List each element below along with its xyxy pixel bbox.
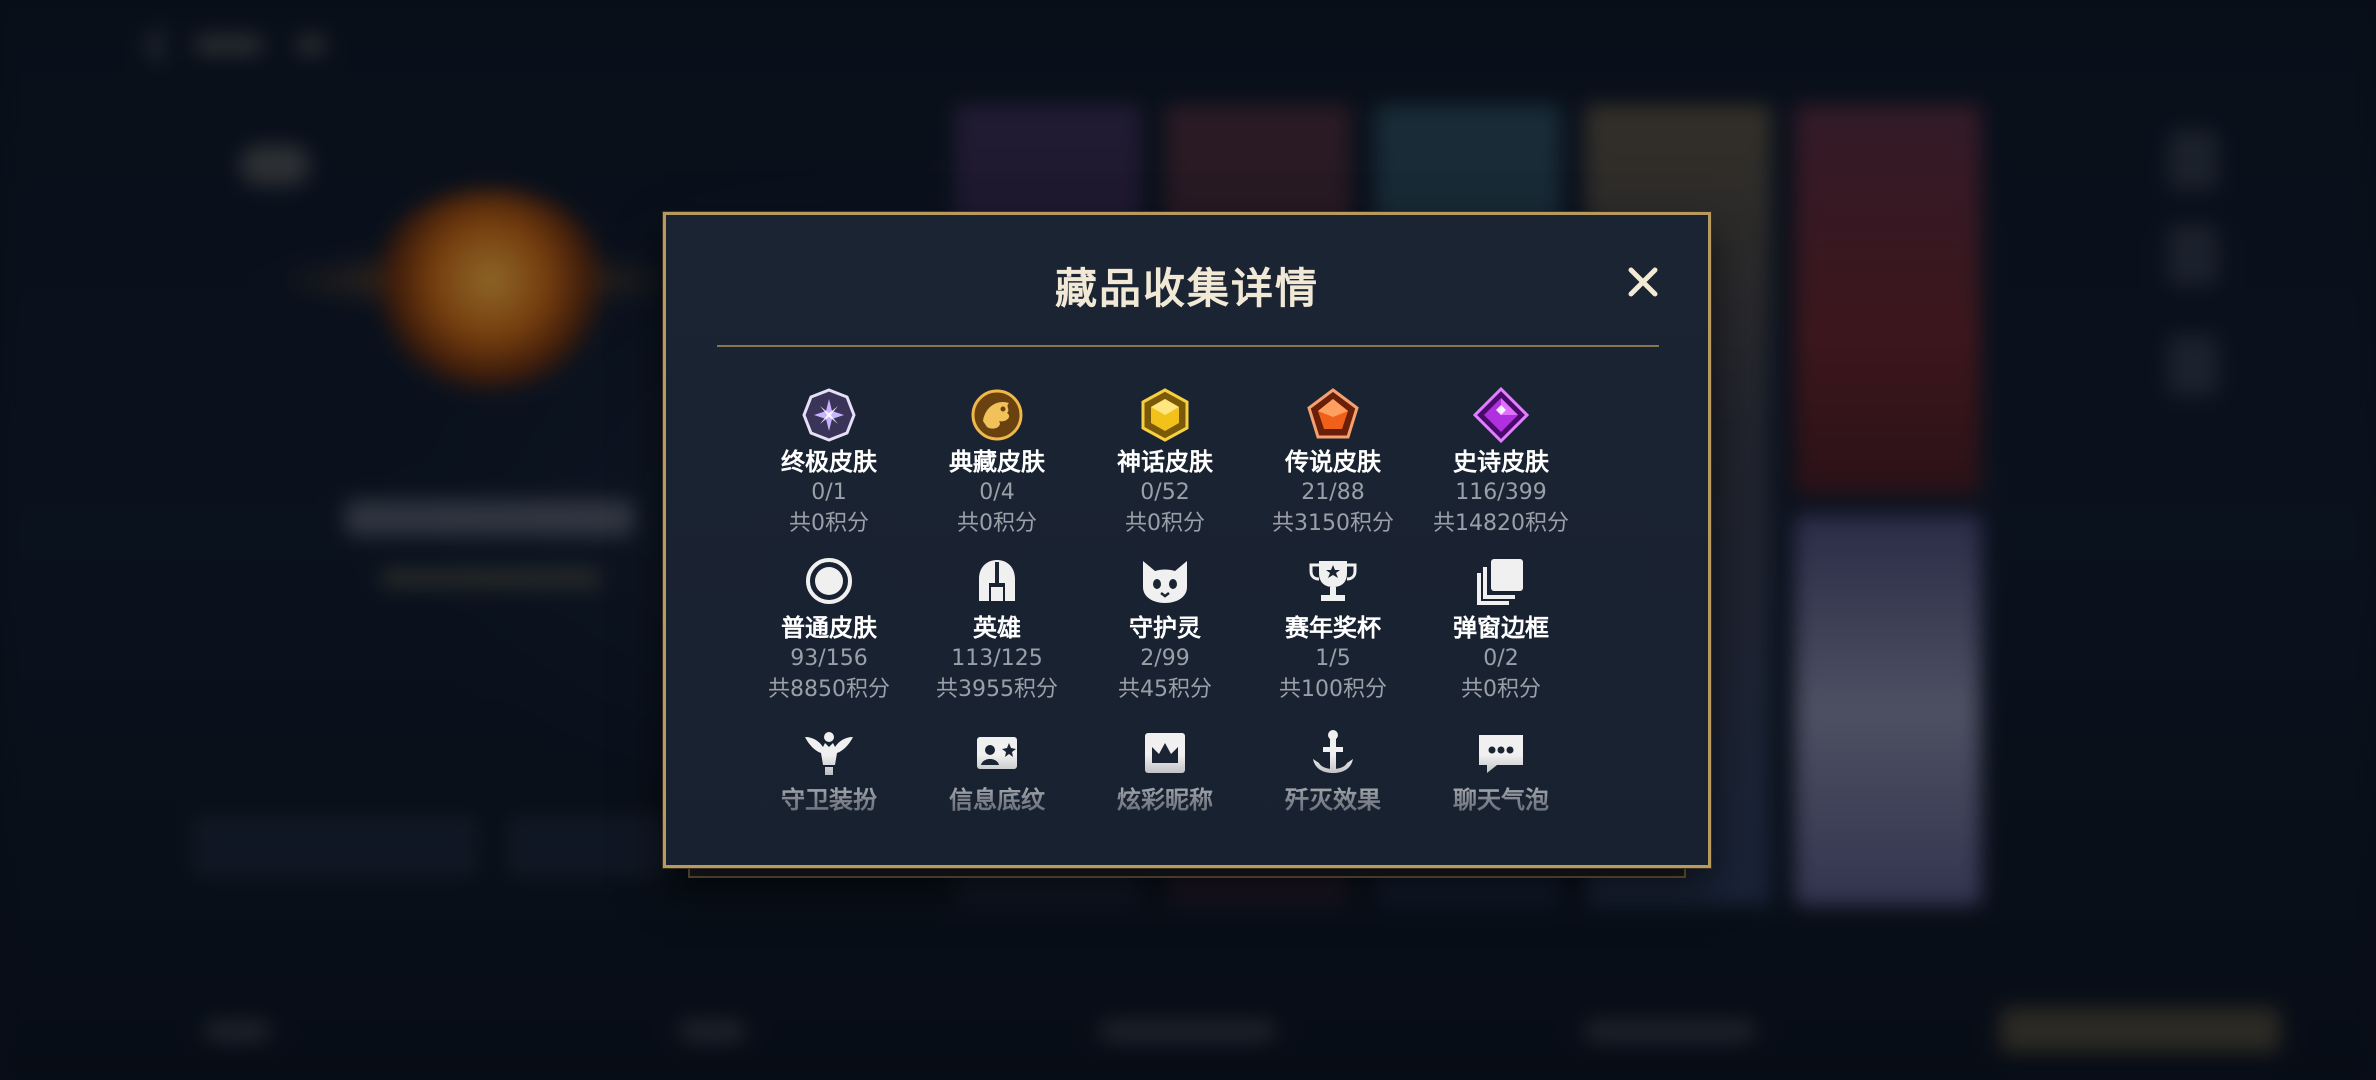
- category-mythic-skin[interactable]: 神话皮肤 0/52 共0积分: [1081, 387, 1249, 539]
- category-name: 守护灵: [1129, 614, 1201, 642]
- category-points: 共0积分: [1461, 677, 1541, 702]
- category-name: 典藏皮肤: [949, 448, 1045, 476]
- category-points: 共0积分: [1125, 511, 1205, 536]
- info-background-icon: [977, 737, 1017, 769]
- category-name: 史诗皮肤: [1453, 448, 1549, 476]
- category-points: 共0积分: [789, 511, 869, 536]
- guard-outfit-icon: [805, 732, 853, 775]
- modal-shelf: [688, 868, 1686, 878]
- chat-bubble-icon: [1479, 735, 1523, 773]
- category-count: 1/5: [1315, 646, 1351, 671]
- close-button[interactable]: [1618, 257, 1668, 307]
- category-season-trophy[interactable]: 赛年奖杯 1/5 共100积分: [1249, 553, 1417, 705]
- trophy-icon: [1309, 561, 1357, 601]
- category-count: 0/2: [1483, 646, 1519, 671]
- category-count: 21/88: [1301, 480, 1365, 505]
- category-name: 信息底纹: [949, 786, 1045, 814]
- category-points: 共0积分: [957, 511, 1037, 536]
- guardian-spirit-icon: [1143, 561, 1187, 603]
- hero-helmet-icon: [979, 560, 1015, 601]
- category-points: 共3955积分: [936, 677, 1058, 702]
- category-legend-skin[interactable]: 传说皮肤 21/88 共3150积分: [1249, 387, 1417, 539]
- category-info-background[interactable]: 信息底纹: [913, 725, 1081, 815]
- category-count: 113/125: [951, 646, 1043, 671]
- category-ultimate-skin[interactable]: 终极皮肤 0/1 共0积分: [745, 387, 913, 539]
- category-popup-frame[interactable]: 弹窗边框 0/2 共0积分: [1417, 553, 1585, 705]
- category-count: 0/1: [811, 480, 847, 505]
- category-grid: 终极皮肤 0/1 共0积分 典藏皮肤 0/4 共0积分 神话皮肤 0/52 共0…: [745, 375, 1585, 855]
- category-chat-bubble[interactable]: 聊天气泡: [1417, 725, 1585, 815]
- category-epic-skin[interactable]: 史诗皮肤 116/399 共14820积分: [1417, 387, 1585, 539]
- epic-skin-icon: [1473, 387, 1529, 443]
- category-name: 弹窗边框: [1453, 614, 1549, 642]
- category-points: 共8850积分: [768, 677, 890, 702]
- category-count: 116/399: [1455, 480, 1547, 505]
- close-icon: [1628, 267, 1658, 297]
- category-hero[interactable]: 英雄 113/125 共3955积分: [913, 553, 1081, 705]
- category-points: 共14820积分: [1433, 511, 1569, 536]
- legend-skin-icon: [1307, 388, 1359, 439]
- category-guardian-spirit[interactable]: 守护灵 2/99 共45积分: [1081, 553, 1249, 705]
- popup-frame-icon: [1477, 559, 1523, 605]
- category-name: 英雄: [973, 614, 1021, 642]
- category-normal-skin[interactable]: 普通皮肤 93/156 共8850积分: [745, 553, 913, 705]
- collection-details-modal: 藏品收集详情 终极皮肤 0/1 共0积分 典藏皮肤 0/4 共0积分 神话皮肤 …: [663, 212, 1711, 868]
- category-points: 共45积分: [1118, 677, 1212, 702]
- category-count: 2/99: [1140, 646, 1190, 671]
- category-count: 0/52: [1140, 480, 1190, 505]
- category-colorful-nickname[interactable]: 炫彩昵称: [1081, 725, 1249, 815]
- category-count: 93/156: [790, 646, 868, 671]
- category-annihilation-effect[interactable]: 歼灭效果: [1249, 725, 1417, 815]
- mythic-skin-icon: [1141, 388, 1189, 442]
- annihilation-effect-icon: [1313, 730, 1353, 773]
- category-name: 普通皮肤: [781, 614, 877, 642]
- title-divider: [717, 345, 1659, 347]
- category-name: 歼灭效果: [1285, 786, 1381, 814]
- category-collection-skin[interactable]: 典藏皮肤 0/4 共0积分: [913, 387, 1081, 539]
- category-name: 赛年奖杯: [1285, 614, 1381, 642]
- category-name: 聊天气泡: [1453, 786, 1549, 814]
- ultimate-skin-icon: [802, 388, 856, 442]
- category-guard-outfit[interactable]: 守卫装扮: [745, 725, 913, 815]
- normal-skin-icon: [806, 558, 852, 604]
- modal-title: 藏品收集详情: [1054, 264, 1319, 313]
- collection-skin-icon: [971, 389, 1023, 441]
- colorful-nickname-icon: [1145, 733, 1185, 773]
- category-count: 0/4: [979, 480, 1015, 505]
- category-name: 终极皮肤: [781, 448, 877, 476]
- category-name: 炫彩昵称: [1117, 786, 1213, 814]
- category-name: 传说皮肤: [1285, 448, 1381, 476]
- category-name: 神话皮肤: [1117, 448, 1213, 476]
- category-name: 守卫装扮: [781, 786, 877, 814]
- category-points: 共100积分: [1279, 677, 1387, 702]
- category-points: 共3150积分: [1272, 511, 1394, 536]
